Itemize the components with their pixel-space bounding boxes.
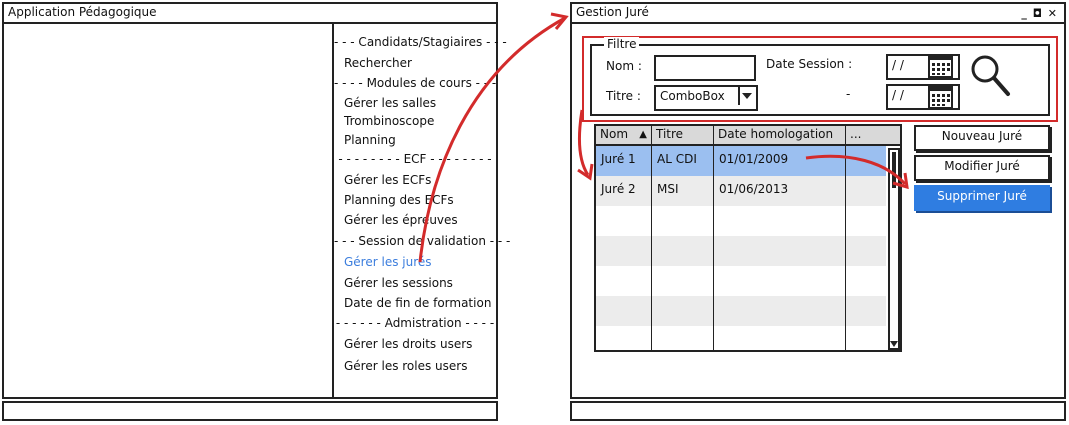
arrow-row-to-delete — [805, 154, 907, 186]
flow-arrows — [418, 12, 909, 263]
arrow-filter-to-grid — [578, 109, 590, 176]
arrow-menu-to-window — [418, 16, 566, 263]
